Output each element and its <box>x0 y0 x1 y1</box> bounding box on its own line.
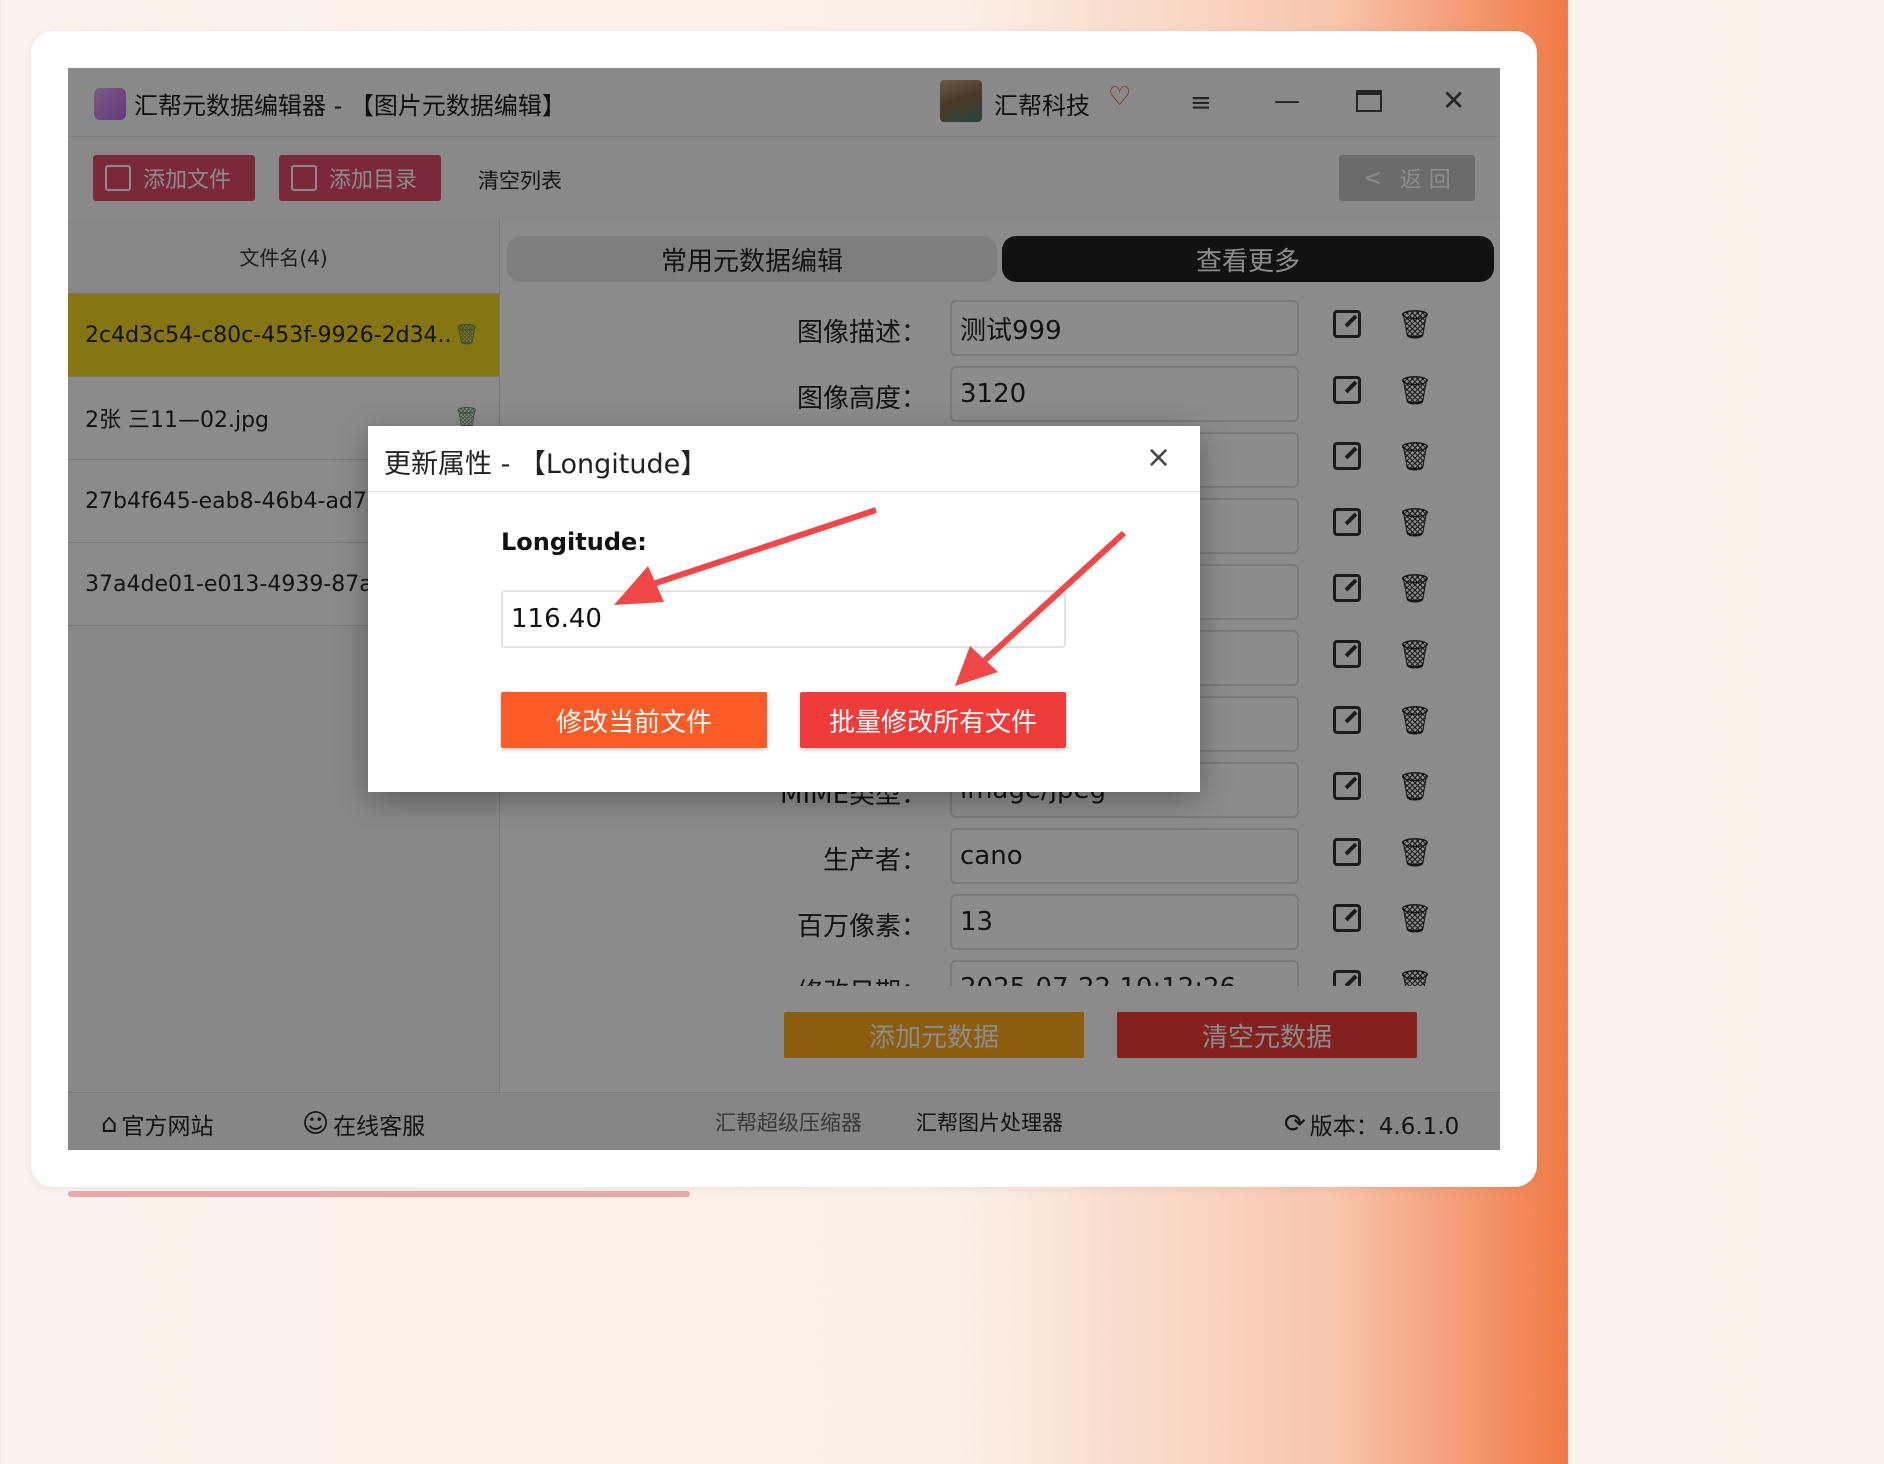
longitude-label: Longitude: <box>501 528 647 556</box>
dialog-title: 更新属性 - 【Longitude】 <box>384 449 708 480</box>
modify-current-file-button[interactable]: 修改当前文件 <box>501 692 767 748</box>
scroll-indicator <box>68 1191 690 1197</box>
dialog-close-icon[interactable]: × <box>1146 440 1171 475</box>
longitude-input[interactable] <box>501 590 1066 648</box>
batch-modify-all-button[interactable]: 批量修改所有文件 <box>800 692 1066 748</box>
dialog-header: 更新属性 - 【Longitude】 × <box>368 426 1200 492</box>
update-property-dialog: 更新属性 - 【Longitude】 × Longitude: 修改当前文件 批… <box>368 426 1200 792</box>
